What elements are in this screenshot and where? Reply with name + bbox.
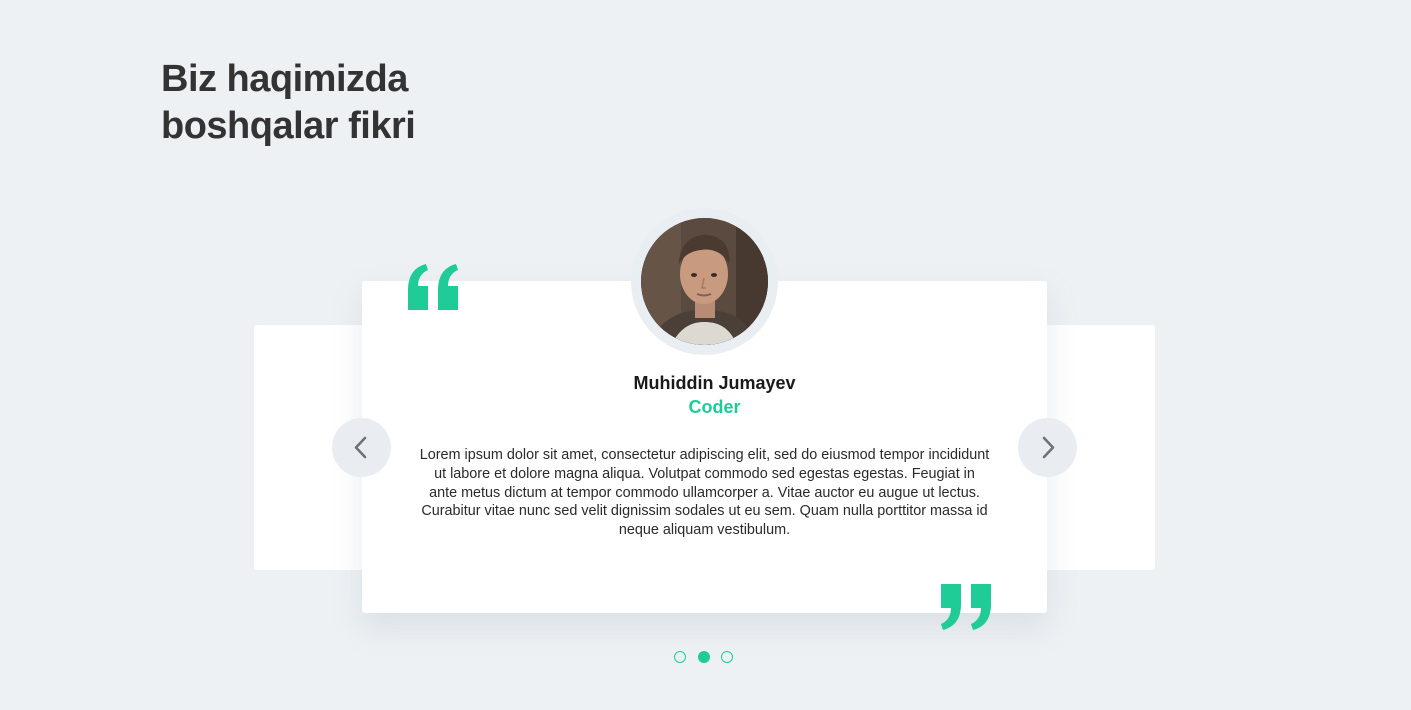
close-quote-icon bbox=[939, 584, 993, 634]
carousel-pagination bbox=[674, 651, 744, 665]
chevron-right-icon bbox=[1042, 436, 1055, 459]
chevron-left-icon bbox=[354, 436, 367, 459]
avatar bbox=[641, 218, 768, 345]
testimonial-text: Lorem ipsum dolor sit amet, consectetur … bbox=[419, 447, 990, 539]
section-title: Biz haqimizda boshqalar fikri bbox=[161, 58, 416, 147]
pagination-dot-3[interactable] bbox=[721, 651, 733, 663]
pagination-dot-2-active[interactable] bbox=[698, 651, 710, 663]
next-button[interactable] bbox=[1018, 418, 1077, 477]
open-quote-icon bbox=[406, 264, 460, 314]
person-photo-icon bbox=[641, 218, 768, 345]
previous-button[interactable] bbox=[332, 418, 391, 477]
pagination-dot-1[interactable] bbox=[674, 651, 686, 663]
person-role: Coder bbox=[688, 397, 741, 417]
person-name: Muhiddin Jumayev bbox=[633, 373, 796, 393]
